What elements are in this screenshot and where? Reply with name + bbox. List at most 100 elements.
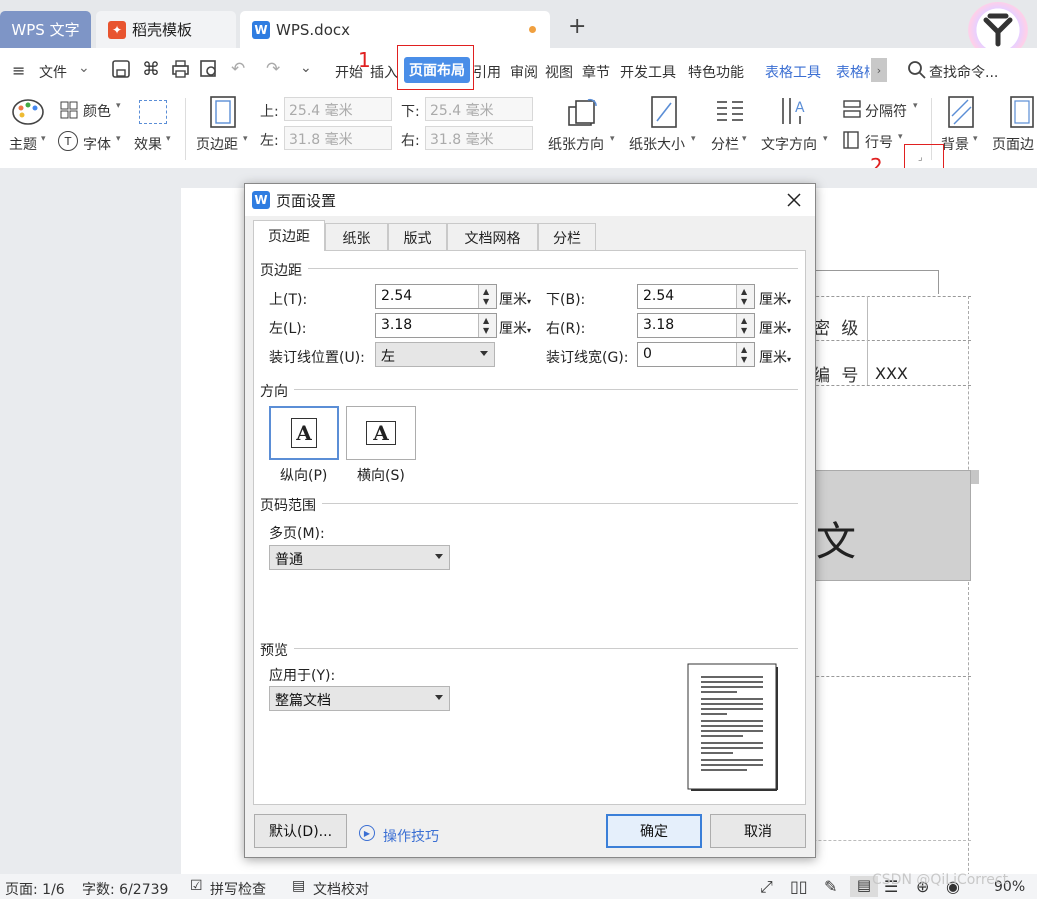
separator-icon[interactable] [843,100,861,118]
file-chevron-down-icon[interactable]: ⌄ [78,60,90,76]
menu-chapter[interactable]: 章节 [582,62,610,82]
apply-to-select[interactable]: 整篇文档 [269,686,450,711]
status-words[interactable]: 字数: 6/2739 [82,879,168,899]
bottom-margin-input[interactable]: 25.4 毫米 [425,97,533,121]
theme-palette-icon[interactable] [11,98,45,126]
menu-developer[interactable]: 开发工具 [620,62,676,82]
hamburger-menu-icon[interactable]: ≡ [12,61,25,80]
text-direction-icon[interactable]: A [780,96,810,126]
right-margin-field[interactable]: 3.18 ▲ ▼ [637,313,755,338]
menu-references[interactable]: 引用 [473,62,501,82]
gutter-width-field[interactable]: 0 ▲ ▼ [637,342,755,367]
page-margin-icon[interactable] [210,96,236,128]
color-grid-icon[interactable] [60,101,78,119]
background-label[interactable]: 背景 [941,134,969,154]
bottom-unit[interactable]: 厘米▾ [759,289,791,309]
dialog-title-bar[interactable]: W 页面设置 [245,184,815,216]
line-number-dropdown-icon[interactable]: ▾ [898,132,903,142]
bottom-margin-field[interactable]: 2.54 ▲ ▼ [637,284,755,309]
paper-size-dropdown-icon[interactable]: ▾ [691,134,696,144]
effect-dropdown-icon[interactable]: ▾ [166,134,171,144]
right-margin-spinner[interactable]: ▲ ▼ [736,314,754,337]
portrait-option[interactable]: A [269,406,339,460]
effect-icon[interactable] [139,100,167,124]
menu-insert[interactable]: 插入 [370,62,398,82]
quick-access-more-icon[interactable]: ⌄ [300,60,312,76]
cancel-button[interactable]: 取消 [710,814,806,848]
status-spell-check[interactable]: 拼写检查 [210,879,266,899]
background-dropdown-icon[interactable]: ▾ [973,134,978,144]
right-margin-input[interactable]: 31.8 毫米 [425,126,533,150]
text-direction-dropdown-icon[interactable]: ▾ [823,134,828,144]
tips-link[interactable]: 操作技巧 [383,826,439,846]
background-icon[interactable] [948,96,974,128]
search-command[interactable]: 查找命令... [929,62,998,82]
dialog-tab-layout[interactable]: 版式 [388,223,447,251]
gutter-position-select[interactable]: 左 [375,342,495,367]
fullscreen-icon[interactable]: ⤢ [760,877,773,897]
text-direction-label[interactable]: 文字方向 [761,134,817,154]
menu-review[interactable]: 审阅 [510,62,538,82]
theme-label[interactable]: 主题 [9,134,37,154]
landscape-label[interactable]: 横向(S) [357,465,405,485]
line-number-icon[interactable] [843,131,859,149]
columns-label[interactable]: 分栏 [711,134,739,154]
columns-icon[interactable] [715,98,745,126]
top-unit[interactable]: 厘米▾ [499,289,531,309]
status-proofread[interactable]: 文档校对 [313,879,369,899]
redo-icon[interactable]: ↷ [266,59,280,79]
dialog-tab-margins[interactable]: 页边距 [253,220,325,251]
columns-dropdown-icon[interactable]: ▾ [742,134,747,144]
print-icon[interactable] [171,60,190,78]
new-tab-button[interactable]: + [568,14,586,39]
page-setup-launcher-icon[interactable]: ⌟ [918,152,923,163]
color-dropdown-icon[interactable]: ▾ [116,101,121,111]
ribbon-scroll-right-icon[interactable]: › [871,58,887,82]
orientation-label[interactable]: 纸张方向 [548,134,604,154]
tab-wps-writer[interactable]: WPS 文字 [0,11,91,48]
paper-size-label[interactable]: 纸张大小 [629,134,685,154]
separator-label[interactable]: 分隔符 [865,101,907,121]
left-unit[interactable]: 厘米▾ [499,318,531,338]
menu-table-tools[interactable]: 表格工具 [765,62,821,82]
font-t-icon[interactable]: T [58,131,78,151]
effect-label[interactable]: 效果 [134,134,162,154]
play-tips-icon[interactable]: ▶ [359,825,375,841]
font-dropdown-icon[interactable]: ▾ [116,134,121,144]
page-border-label[interactable]: 页面边 [992,134,1037,154]
read-mode-icon[interactable]: ▯▯ [790,877,808,896]
format-painter-icon[interactable]: ⌘ [142,59,160,80]
ok-button[interactable]: 确定 [606,814,702,848]
gutter-width-spinner[interactable]: ▲ ▼ [736,343,754,366]
menu-special[interactable]: 特色功能 [688,62,744,82]
margin-label[interactable]: 页边距 [196,134,238,154]
theme-dropdown-icon[interactable]: ▾ [41,134,46,144]
separator-dropdown-icon[interactable]: ▾ [913,101,918,111]
line-number-label[interactable]: 行号 [865,132,893,152]
dialog-tab-columns[interactable]: 分栏 [538,223,596,251]
left-margin-spinner[interactable]: ▲ ▼ [478,314,496,337]
font-label[interactable]: 字体 [83,134,111,154]
dialog-tab-paper[interactable]: 纸张 [325,223,388,251]
menu-table-style[interactable]: 表格样 [836,62,870,82]
tab-daoke-templates[interactable]: ✦ 稻壳模板 [96,11,236,48]
orientation-icon[interactable] [566,98,600,128]
menu-file[interactable]: 文件 [39,62,67,82]
pen-icon[interactable]: ✎ [824,877,837,896]
search-icon[interactable] [908,61,926,79]
left-margin-field[interactable]: 3.18 ▲ ▼ [375,313,497,338]
tab-document[interactable]: W WPS.docx [240,11,550,48]
multi-pages-select[interactable]: 普通 [269,545,450,570]
landscape-option[interactable]: A [346,406,416,460]
dialog-tab-grid[interactable]: 文档网格 [447,223,538,251]
top-margin-input[interactable]: 25.4 毫米 [284,97,392,121]
default-button[interactable]: 默认(D)... [254,814,347,848]
menu-view[interactable]: 视图 [545,62,573,82]
left-margin-input[interactable]: 31.8 毫米 [284,126,392,150]
top-margin-spinner[interactable]: ▲ ▼ [478,285,496,308]
bottom-margin-spinner[interactable]: ▲ ▼ [736,285,754,308]
margin-dropdown-icon[interactable]: ▾ [243,134,248,144]
top-margin-field[interactable]: 2.54 ▲ ▼ [375,284,497,309]
color-label[interactable]: 颜色 [83,101,111,121]
save-icon[interactable] [112,60,130,78]
